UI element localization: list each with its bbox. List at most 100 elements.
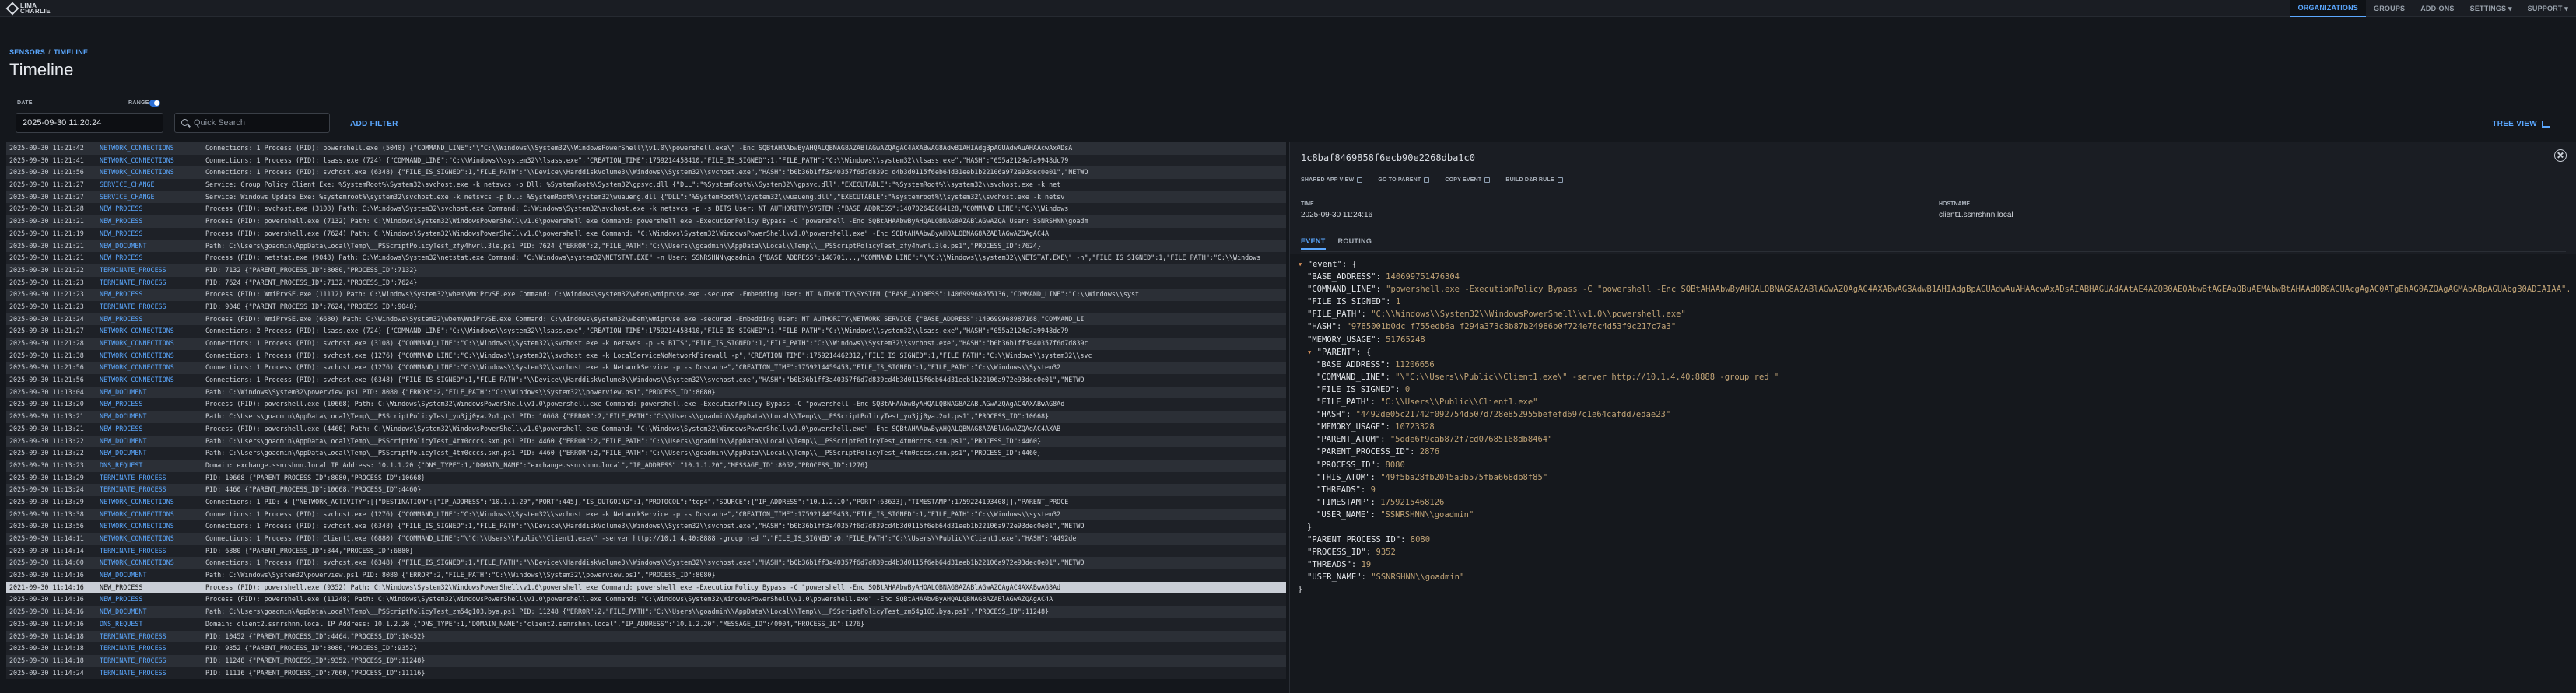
nav-support[interactable]: SUPPORT ▾ (2520, 0, 2576, 17)
copy-event-button[interactable]: COPY EVENT (1445, 177, 1491, 183)
event-summary: Connections: 1 Process (PID): svchost.ex… (205, 558, 1085, 567)
event-timestamp: 2025-09-30 11:21:24 (9, 314, 84, 323)
timeline-row[interactable]: 2025-09-30 11:21:28 NETWORK_CONNECTIONS Co… (6, 338, 1286, 350)
timeline-row[interactable]: 2025-09-30 11:13:23 DNS_REQUEST Domain: ex… (6, 459, 1286, 472)
logo-text-line-2: CHARLIE (20, 8, 51, 15)
timeline-row[interactable]: 2025-09-30 11:13:56 NETWORK_CONNECTIONS Co… (6, 520, 1286, 533)
tab-routing[interactable]: ROUTING (1338, 237, 1372, 250)
timeline-row[interactable]: 2025-09-30 11:14:18 TERMINATE_PROCESS PID:… (6, 630, 1286, 643)
event-timestamp: 2025-09-30 11:21:28 (9, 339, 84, 347)
nav-groups[interactable]: GROUPS (2366, 0, 2413, 17)
timeline-row[interactable]: 2025-09-30 11:21:56 NETWORK_CONNECTIONS Co… (6, 374, 1286, 387)
build-dr-rule-button[interactable]: BUILD D&R RULE (1505, 177, 1563, 183)
timeline-row[interactable]: 2021-09-30 11:14:16 NEW_PROCESS Process (P… (6, 581, 1286, 594)
json-value: 1 (1395, 297, 1401, 307)
timeline-row[interactable]: 2025-09-30 11:21:56 NETWORK_CONNECTIONS Co… (6, 166, 1286, 180)
timeline-row[interactable]: 2025-09-30 11:14:11 NETWORK_CONNECTIONS Co… (6, 533, 1286, 545)
timeline-row[interactable]: 2025-09-30 11:13:38 NETWORK_CONNECTIONS Co… (6, 508, 1286, 521)
timeline-row[interactable]: 2025-09-30 11:14:00 NETWORK_CONNECTIONS Co… (6, 557, 1286, 570)
json-colon: : (1370, 472, 1381, 482)
date-label: DATE (17, 100, 33, 106)
timeline-row[interactable]: 2025-09-30 11:13:22 NEW_DOCUMENT Path: C:\… (6, 447, 1286, 460)
timeline-row[interactable]: 2025-09-30 11:21:21 NEW_DOCUMENT Path: C:\… (6, 240, 1286, 253)
shared-app-view-button[interactable]: SHARED APP VIEW (1301, 177, 1363, 183)
nav-settings[interactable]: SETTINGS ▾ (2462, 0, 2520, 17)
timeline-row[interactable]: 2025-09-30 11:21:23 NEW_PROCESS Process (P… (6, 289, 1286, 301)
json-key: "PARENT_PROCESS_ID" (1316, 447, 1411, 457)
add-filter-button[interactable]: ADD FILTER (350, 120, 398, 128)
timeline-row[interactable]: 2025-09-30 11:21:24 NEW_PROCESS Process (P… (6, 313, 1286, 326)
timeline-row[interactable]: 2025-09-30 11:21:56 NETWORK_CONNECTIONS Co… (6, 362, 1286, 375)
expand-toggle-icon[interactable]: ▾ (1298, 260, 1308, 269)
json-key: "MEMORY_USAGE" (1307, 334, 1376, 345)
event-timestamp: 2025-09-30 11:13:56 (9, 522, 84, 530)
breadcrumb-timeline[interactable]: TIMELINE (54, 48, 88, 56)
json-value: 8080 (1410, 535, 1431, 545)
json-colon: : (1370, 509, 1381, 520)
breadcrumb-sensors[interactable]: SENSORS (9, 48, 45, 56)
timeline-row[interactable]: 2025-09-30 11:14:16 NEW_DOCUMENT Path: C:\… (6, 606, 1286, 618)
timeline-row[interactable]: 2025-09-30 11:14:16 DNS_REQUEST Domain: cl… (6, 618, 1286, 631)
quick-search-input[interactable] (194, 114, 323, 132)
json-key: "FILE_PATH" (1316, 397, 1371, 408)
event-type: NETWORK_CONNECTIONS (100, 509, 174, 518)
timeline-row[interactable]: 2025-09-30 11:13:24 TERMINATE_PROCESS PID:… (6, 484, 1286, 496)
timeline-row[interactable]: 2025-09-30 11:21:22 TERMINATE_PROCESS PID:… (6, 264, 1286, 277)
timeline-row[interactable]: 2025-09-30 11:21:38 NETWORK_CONNECTIONS Co… (6, 349, 1286, 362)
event-timestamp: 2021-09-30 11:14:16 (9, 583, 84, 591)
json-value: } (1307, 522, 1313, 532)
timeline-row[interactable]: 2025-09-30 11:14:14 TERMINATE_PROCESS PID:… (6, 544, 1286, 558)
json-value: 10723328 (1395, 422, 1435, 432)
event-summary: Process (PID): powershell.exe (4460) Pat… (205, 424, 1061, 432)
timeline-row[interactable]: 2025-09-30 11:13:22 NEW_DOCUMENT Path: C:\… (6, 435, 1286, 448)
json-value: "C:\\Users\\Public\\Client1.exe" (1380, 397, 1538, 408)
event-summary: Path: C:\Windows\System32\powerview.ps1 … (205, 571, 716, 579)
nav-add-ons[interactable]: ADD-ONS (2413, 0, 2462, 17)
event-timestamp: 2025-09-30 11:13:22 (9, 449, 84, 457)
timeline-row[interactable]: 2025-09-30 11:13:21 NEW_PROCESS Process (P… (6, 422, 1286, 436)
timeline-row[interactable]: 2025-09-30 11:14:18 TERMINATE_PROCESS PID:… (6, 654, 1286, 667)
json-line: "MEMORY_USAGE": 10723328 (1298, 421, 2569, 433)
timeline-row[interactable]: 2025-09-30 11:13:04 NEW_DOCUMENT Path: C:\… (6, 386, 1286, 399)
timeline-row[interactable]: 2025-09-30 11:13:29 TERMINATE_PROCESS PID:… (6, 471, 1286, 485)
event-summary: PID: 6880 {"PARENT_PROCESS_ID":844,"PROC… (205, 546, 414, 555)
event-detail-panel: 1c8baf8469858f6ecb90e2268dba1c0 SHARED A… (1289, 142, 2576, 693)
timeline-row[interactable]: 2025-09-30 11:14:16 NEW_DOCUMENT Path: C:\… (6, 569, 1286, 582)
timeline-row[interactable]: 2025-09-30 11:21:42 NETWORK_CONNECTIONS Co… (6, 142, 1286, 155)
range-toggle[interactable] (149, 100, 160, 107)
event-timestamp: 2025-09-30 11:14:18 (9, 656, 84, 664)
timeline-row[interactable]: 2025-09-30 11:21:23 TERMINATE_PROCESS PID:… (6, 276, 1286, 289)
event-summary: Process (PID): svchost.exe (3108) Path: … (205, 205, 1069, 213)
timeline-row[interactable]: 2025-09-30 11:21:19 NEW_PROCESS Process (P… (6, 227, 1286, 240)
timeline-row[interactable]: 2025-09-30 11:21:27 NETWORK_CONNECTIONS Co… (6, 325, 1286, 338)
limacharlie-logo[interactable]: LIMA CHARLIE (5, 2, 51, 16)
nav-organizations[interactable]: ORGANIZATIONS (2290, 0, 2367, 17)
event-type: NEW_DOCUMENT (100, 436, 147, 445)
timeline-row[interactable]: 2025-09-30 11:13:20 NEW_PROCESS Process (P… (6, 398, 1286, 411)
timeline-row[interactable]: 2025-09-30 11:21:27 SERVICE_CHANGE Service… (6, 179, 1286, 191)
go-to-parent-button[interactable]: GO TO PARENT (1378, 177, 1430, 183)
close-icon[interactable] (2554, 149, 2567, 162)
timeline-row[interactable]: 2025-09-30 11:13:29 NETWORK_CONNECTIONS Co… (6, 495, 1286, 509)
event-json-viewer: ▾ "event": {"BASE_ADDRESS": 140699751476… (1290, 254, 2576, 693)
timeline-row[interactable]: 2025-09-30 11:21:23 TERMINATE_PROCESS PID:… (6, 300, 1286, 313)
timeline-row[interactable]: 2025-09-30 11:14:18 TERMINATE_PROCESS PID:… (6, 642, 1286, 655)
expand-toggle-icon[interactable]: ▾ (1307, 348, 1317, 357)
timeline-row[interactable]: 2025-09-30 11:14:16 NEW_PROCESS Process (P… (6, 593, 1286, 607)
json-key: "TIMESTAMP" (1316, 497, 1371, 507)
json-key: "PARENT" (1316, 347, 1357, 357)
event-timestamp: 2025-09-30 11:21:23 (9, 290, 84, 299)
tree-view-button[interactable]: TREE VIEW (2492, 120, 2550, 128)
timeline-row[interactable]: 2025-09-30 11:21:21 NEW_PROCESS Process (P… (6, 215, 1286, 228)
timeline-row[interactable]: 2025-09-30 11:14:24 TERMINATE_PROCESS PID:… (6, 667, 1286, 680)
json-value: 8080 (1385, 460, 1405, 470)
tab-event[interactable]: EVENT (1301, 237, 1326, 250)
event-type: NETWORK_CONNECTIONS (100, 144, 174, 152)
timeline-row[interactable]: 2025-09-30 11:13:21 NEW_DOCUMENT Path: C:\… (6, 411, 1286, 423)
timeline-row[interactable]: 2025-09-30 11:21:41 NETWORK_CONNECTIONS Co… (6, 154, 1286, 167)
date-field[interactable]: 2025-09-30 11:20:24 (16, 113, 163, 133)
timeline-row[interactable]: 2025-09-30 11:21:21 NEW_PROCESS Process (P… (6, 252, 1286, 264)
timeline-row[interactable]: 2025-09-30 11:21:28 NEW_PROCESS Process (P… (6, 203, 1286, 216)
timeline-row[interactable]: 2025-09-30 11:21:27 SERVICE_CHANGE Service… (6, 191, 1286, 204)
quick-search (174, 113, 330, 133)
